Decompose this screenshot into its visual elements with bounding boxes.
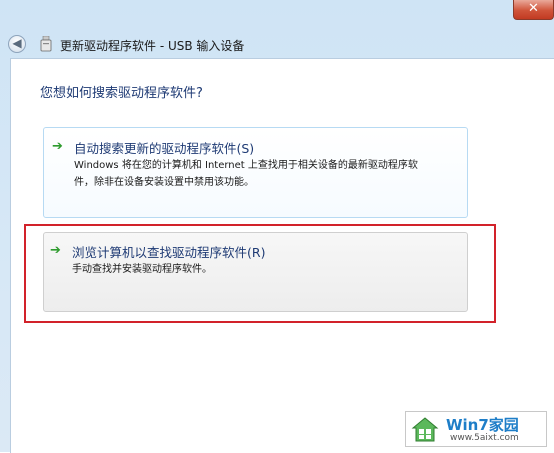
option-description: Windows 将在您的计算机和 Internet 上查找用于相关设备的最新驱动… [74, 160, 418, 171]
back-arrow-icon: ◀ [12, 36, 22, 50]
option-title: 自动搜索更新的驱动程序软件(S) [74, 141, 255, 156]
option-description: 件，除非在设备安装设置中禁用该功能。 [74, 177, 254, 188]
green-arrow-icon: ➔ [52, 139, 63, 154]
auto-search-option[interactable]: ➔ 自动搜索更新的驱动程序软件(S) Windows 将在您的计算机和 Inte… [43, 127, 468, 218]
usb-device-icon [40, 36, 52, 52]
red-highlight-annotation [24, 224, 496, 323]
back-button[interactable]: ◀ [8, 35, 26, 53]
close-icon: ✕ [528, 1, 539, 16]
page-heading: 您想如何搜索驱动程序软件? [40, 86, 203, 101]
window-title: 更新驱动程序软件 - USB 输入设备 [60, 39, 245, 53]
watermark-url: www.5aixt.com [450, 433, 519, 443]
watermark-name: Win7家园 [446, 416, 519, 434]
house-logo-icon [411, 417, 439, 442]
close-button[interactable]: ✕ [513, 0, 554, 20]
site-watermark: Win7家园 www.5aixt.com [405, 411, 547, 447]
